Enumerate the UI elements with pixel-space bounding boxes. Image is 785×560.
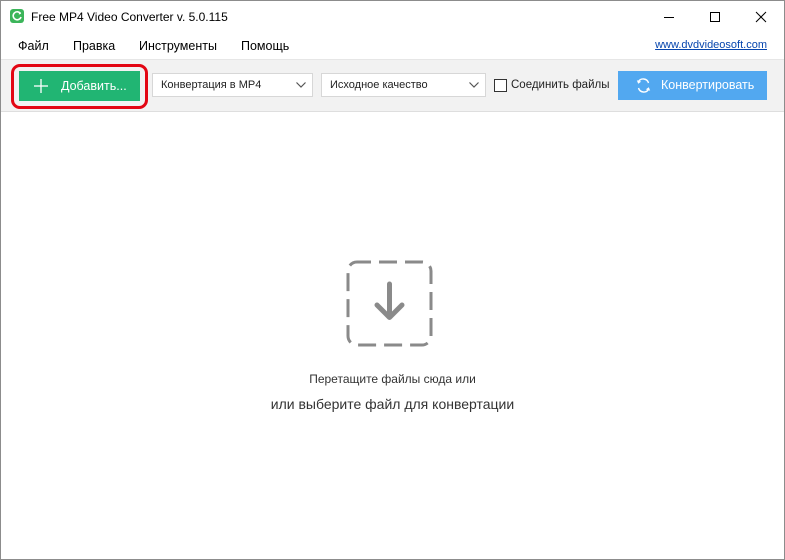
close-button[interactable] bbox=[738, 1, 784, 32]
menu-help[interactable]: Помощь bbox=[241, 39, 289, 53]
chevron-down-icon bbox=[296, 82, 306, 88]
maximize-button[interactable] bbox=[692, 1, 738, 32]
download-arrow-icon[interactable] bbox=[346, 260, 433, 347]
menu-bar: Файл Правка Инструменты Помощь www.dvdvi… bbox=[1, 32, 784, 59]
chevron-down-icon bbox=[469, 82, 479, 88]
quality-value: Исходное качество bbox=[330, 79, 428, 91]
plus-icon bbox=[34, 79, 48, 93]
toolbar-divider bbox=[1, 111, 784, 112]
app-refresh-icon bbox=[10, 9, 24, 23]
website-link[interactable]: www.dvdvideosoft.com bbox=[655, 39, 767, 51]
add-button-label: Добавить... bbox=[61, 79, 127, 93]
menu-file[interactable]: Файл bbox=[18, 39, 49, 53]
conversion-format-value: Конвертация в MP4 bbox=[161, 79, 262, 91]
minimize-button[interactable] bbox=[646, 1, 692, 32]
maximize-icon bbox=[710, 12, 720, 22]
join-files-label[interactable]: Соединить файлы bbox=[511, 79, 609, 91]
drop-hint: Перетащите файлы сюда или bbox=[309, 372, 476, 386]
conversion-format-select[interactable]: Конвертация в MP4 bbox=[152, 73, 313, 97]
menu-edit[interactable]: Правка bbox=[73, 39, 115, 53]
title-bar: Free MP4 Video Converter v. 5.0.115 bbox=[1, 1, 784, 32]
convert-button-label: Конвертировать bbox=[661, 78, 755, 92]
quality-select[interactable]: Исходное качество bbox=[321, 73, 486, 97]
window-title: Free MP4 Video Converter v. 5.0.115 bbox=[31, 10, 228, 24]
minimize-icon bbox=[664, 17, 674, 18]
close-icon bbox=[755, 11, 767, 23]
add-button[interactable]: Добавить... bbox=[19, 71, 140, 101]
select-file-link[interactable]: или выберите файл для конвертации bbox=[1, 396, 784, 412]
menu-tools[interactable]: Инструменты bbox=[139, 39, 217, 53]
app-window: Free MP4 Video Converter v. 5.0.115 Файл… bbox=[0, 0, 785, 560]
join-files-checkbox[interactable] bbox=[494, 79, 507, 92]
refresh-icon bbox=[636, 78, 651, 93]
convert-button[interactable]: Конвертировать bbox=[618, 71, 767, 100]
